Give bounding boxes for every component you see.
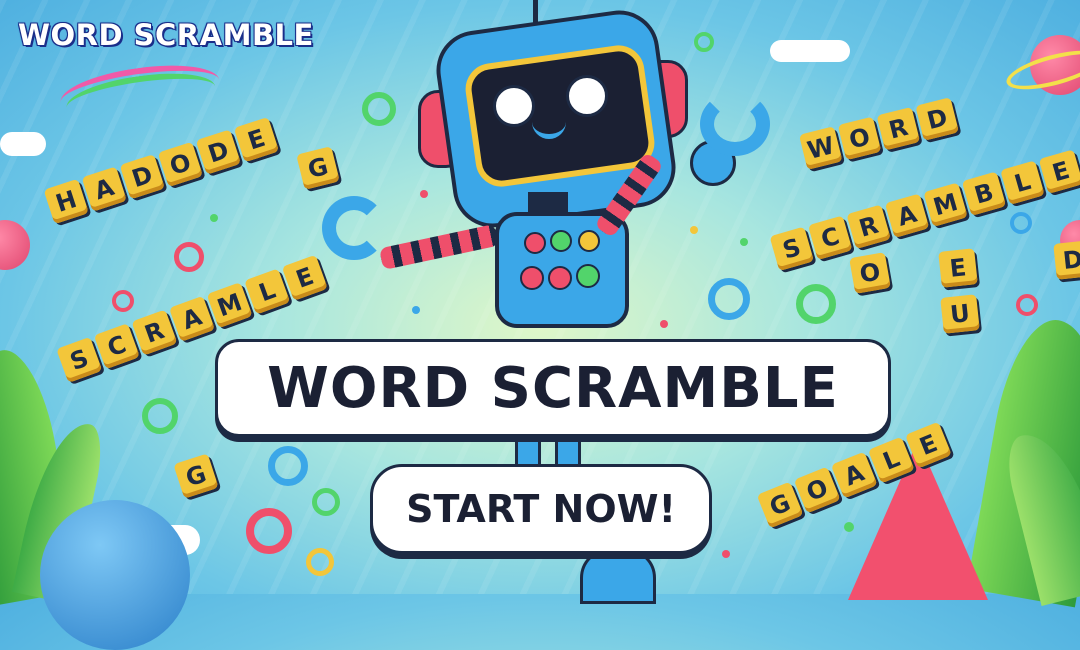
confetti-dot (740, 238, 748, 246)
robot-button (578, 230, 600, 252)
robot-claw-right (700, 92, 770, 156)
letter-tile: O (849, 252, 891, 294)
letter-bubble (312, 488, 340, 516)
banner-title: WORD SCRAMBLE (267, 355, 839, 421)
letter-tile: W (798, 126, 843, 170)
title-banner: WORD SCRAMBLE (215, 339, 891, 437)
letter-tile: O (837, 116, 882, 161)
letter-bubble (1016, 294, 1038, 316)
letter-bubble (174, 242, 204, 272)
start-now-button[interactable]: START NOW! (370, 464, 712, 554)
letter-tile: R (876, 106, 921, 151)
letter-bubble (306, 548, 334, 576)
letter-tile: U (940, 294, 980, 334)
robot-eye-left (493, 85, 535, 127)
robot-button (520, 266, 544, 290)
robot-button (524, 232, 546, 254)
letter-tile: E (938, 248, 978, 288)
letter-tile: D (1053, 240, 1080, 280)
robot-button (576, 264, 600, 288)
letter-bubble (246, 508, 292, 554)
cloud (0, 132, 46, 156)
confetti-dot (210, 214, 218, 222)
letter-bubble (694, 32, 714, 52)
letter-tile: D (915, 97, 959, 141)
corner-title: WORD SCRAMBLE (18, 18, 314, 52)
robot-button (550, 230, 572, 252)
hill (40, 500, 190, 650)
robot-eye-right (566, 75, 608, 117)
letter-bubble (362, 92, 396, 126)
confetti-dot (690, 226, 698, 234)
robot-foot (580, 548, 656, 604)
robot-claw-left (322, 196, 386, 260)
confetti-dot (660, 320, 668, 328)
confetti-dot (844, 522, 854, 532)
letter-bubble (112, 290, 134, 312)
letter-bubble (268, 446, 308, 486)
letter-bubble (142, 398, 178, 434)
start-now-label: START NOW! (406, 487, 676, 531)
letter-bubble (796, 284, 836, 324)
confetti-dot (420, 190, 428, 198)
letter-bubble (1010, 212, 1032, 234)
letter-bubble (708, 278, 750, 320)
robot-face-screen (462, 42, 658, 190)
robot-button (548, 266, 572, 290)
confetti-dot (412, 306, 420, 314)
cloud (770, 40, 850, 62)
confetti-dot (722, 550, 730, 558)
